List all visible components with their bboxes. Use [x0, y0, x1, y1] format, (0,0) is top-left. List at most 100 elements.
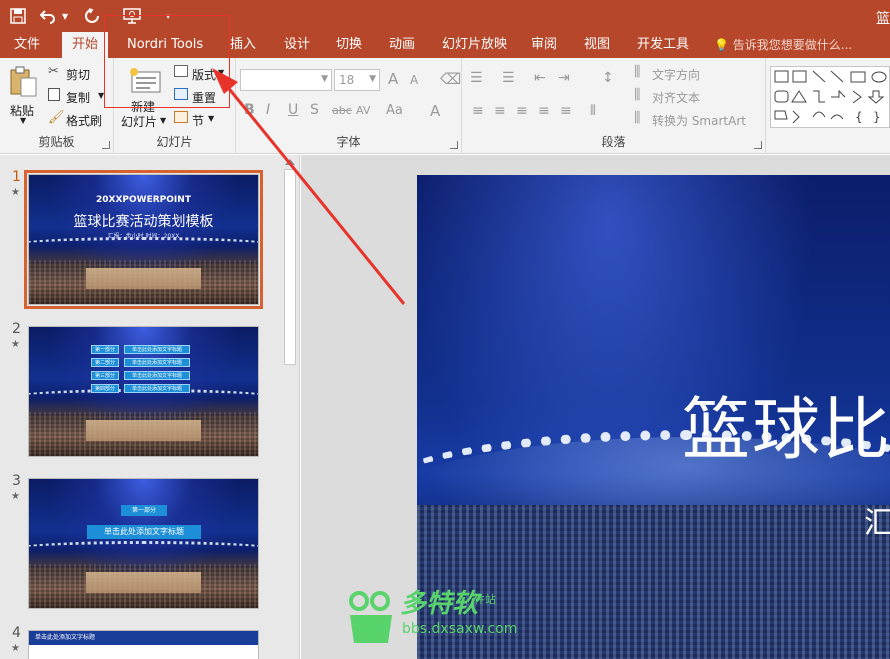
tab-transitions[interactable]: 切换 [326, 32, 372, 58]
toc-text: 单击此处添加文字标题 [124, 371, 190, 380]
font-color-button[interactable]: A [430, 102, 440, 120]
slide-number-4: 4 [12, 625, 21, 641]
section-button[interactable]: 节 ▼ [172, 110, 232, 128]
toc-part: 第四部分 [91, 384, 119, 393]
decrease-indent-icon[interactable]: ⇤ [534, 70, 546, 86]
tab-home[interactable]: 开始 [62, 32, 109, 58]
text-direction-icon: ⫼ [634, 64, 641, 80]
lightbulb-icon: 💡 [714, 38, 729, 52]
tab-slideshow[interactable]: 幻灯片放映 [432, 32, 517, 58]
slide-subtitle-text[interactable]: 汇 [864, 498, 890, 542]
undo-icon [40, 10, 55, 24]
text-direction-button[interactable]: 文字方向 [652, 66, 700, 83]
slide-thumbnail-2[interactable]: 第一部分 单击此处添加文字标题 第二部分 单击此处添加文字标题 第三部分 单击此… [28, 326, 259, 457]
new-slide-dropdown-icon[interactable]: ▼ [160, 116, 166, 125]
grow-font-button[interactable]: A [388, 70, 398, 88]
annotation-highlight-box [104, 15, 230, 108]
group-label-clipboard: 剪贴板 [38, 135, 75, 149]
tab-review[interactable]: 审阅 [521, 32, 567, 58]
court [86, 571, 201, 593]
watermark-tag: 件站 [474, 593, 496, 606]
undo-dropdown-icon[interactable]: ▼ [62, 12, 68, 21]
watermark-brand: 多特软 [400, 589, 479, 619]
tab-developer[interactable]: 开发工具 [627, 32, 699, 58]
stadium-lights [29, 540, 258, 559]
paste-dropdown-icon[interactable]: ▼ [20, 116, 26, 125]
cut-label: 剪切 [66, 68, 91, 82]
bullets-icon[interactable]: ☰ [470, 70, 483, 86]
tab-file[interactable]: 文件 [4, 32, 50, 58]
section-label: 节 [192, 114, 205, 128]
group-label-slides: 幻灯片 [156, 135, 193, 149]
group-clipboard: 粘贴 ▼ ✂ 剪切 复制 ▼ 🖌 格式刷 剪贴板 [0, 58, 114, 154]
line-spacing-icon[interactable]: ↕ [602, 70, 614, 86]
tab-view[interactable]: 视图 [574, 32, 620, 58]
tell-me-box[interactable]: 💡 告诉我您想要做什么... [714, 32, 852, 58]
slide-title-text[interactable]: 篮球比 [682, 374, 890, 473]
align-center-icon[interactable]: ≡ [494, 103, 506, 119]
slide-thumbnail-pane[interactable]: 1 ★ 20XXPOWERPOINT 篮球比赛活动策划模板 汇报：步小时 时间：… [0, 155, 300, 659]
numbering-icon[interactable]: ☰ [502, 70, 515, 86]
columns-icon[interactable]: ⫴ [590, 103, 596, 119]
copy-label: 复制 [66, 91, 91, 105]
slide-thumbnail-4[interactable]: 单击此处添加文字标题 [28, 630, 259, 659]
animation-star-icon-4: ★ [11, 643, 20, 654]
scroll-up-icon[interactable] [285, 159, 295, 165]
undo-button[interactable] [36, 4, 60, 28]
animation-star-icon-1: ★ [11, 187, 20, 198]
scissors-icon: ✂ [48, 64, 59, 79]
align-right-icon[interactable]: ≡ [516, 103, 528, 119]
watermark: 多特软 件站 bbs.dxsaxw.com [344, 583, 554, 653]
distributed-icon[interactable]: ≡ [560, 103, 572, 119]
slide-thumbnail-3[interactable]: 第一部分 单击此处添加文字标题 [28, 478, 259, 609]
increase-indent-icon[interactable]: ⇥ [558, 70, 570, 86]
tab-animations[interactable]: 动画 [379, 32, 425, 58]
scrollbar-thumb[interactable] [284, 169, 296, 365]
align-text-button[interactable]: 对齐文本 [652, 89, 700, 106]
toc-part: 第三部分 [91, 371, 119, 380]
font-size-combo[interactable]: 18 ▼ [334, 69, 380, 91]
change-case-button[interactable]: Aa [386, 103, 403, 118]
copy-button[interactable]: 复制 ▼ [46, 87, 110, 105]
font-name-combo[interactable]: ▼ [240, 69, 332, 91]
paintbrush-icon: 🖌 [48, 110, 65, 125]
watermark-url: bbs.dxsaxw.com [402, 621, 518, 637]
slide1-reporter: 汇报：步小时 时间：20XX [107, 233, 180, 240]
section-dropdown-icon[interactable]: ▼ [208, 114, 214, 123]
shrink-font-button[interactable]: A [410, 73, 418, 87]
clipboard-launcher-icon[interactable] [102, 141, 110, 149]
shapes-icons: {} [774, 70, 887, 124]
slide1-title: 篮球比赛活动策划模板 [73, 214, 214, 230]
align-left-icon[interactable]: ≡ [472, 103, 484, 119]
clear-formatting-icon[interactable]: ⌫ [440, 70, 461, 88]
toc-text: 单击此处添加文字标题 [124, 384, 190, 393]
toc-part: 第二部分 [91, 358, 119, 367]
italic-button[interactable]: I [266, 102, 270, 118]
shapes-gallery[interactable]: {} [770, 66, 890, 128]
tab-design[interactable]: 设计 [274, 32, 320, 58]
convert-smartart-button[interactable]: 转换为 SmartArt [652, 112, 746, 129]
underline-button[interactable]: U [288, 102, 298, 118]
watermark-logo-icon [349, 591, 392, 643]
powerpoint-window: ▼ ▾ 篮 文件 开始 Nordri Tools 插入 设计 切换 动画 幻灯片… [0, 0, 890, 659]
thumbnail-scrollbar[interactable] [282, 155, 298, 659]
svg-text:{: { [855, 110, 863, 124]
font-name-dropdown-icon: ▼ [321, 74, 328, 84]
strikethrough-button[interactable]: abc [332, 104, 352, 117]
toc-text: 单击此处添加文字标题 [124, 358, 190, 367]
redo-button[interactable] [80, 4, 104, 28]
justify-icon[interactable]: ≡ [538, 103, 550, 119]
animation-star-icon-2: ★ [11, 339, 20, 350]
format-painter-button[interactable]: 🖌 格式刷 [46, 110, 110, 128]
font-launcher-icon[interactable] [450, 141, 458, 149]
paragraph-launcher-icon[interactable] [754, 141, 762, 149]
cut-button[interactable]: ✂ 剪切 [46, 64, 110, 82]
paste-button[interactable]: 粘贴 ▼ [6, 64, 40, 128]
section-icon [174, 111, 188, 123]
group-font: ▼ 18 ▼ A A ⌫ B I U S abc AV Aa A 字体 [236, 58, 462, 154]
shadow-button[interactable]: S [310, 102, 319, 118]
bold-button[interactable]: B [244, 102, 255, 118]
slide-thumbnail-1[interactable]: 20XXPOWERPOINT 篮球比赛活动策划模板 汇报：步小时 时间：20XX [24, 170, 263, 309]
character-spacing-button[interactable]: AV [356, 104, 370, 117]
save-button[interactable] [6, 4, 30, 28]
